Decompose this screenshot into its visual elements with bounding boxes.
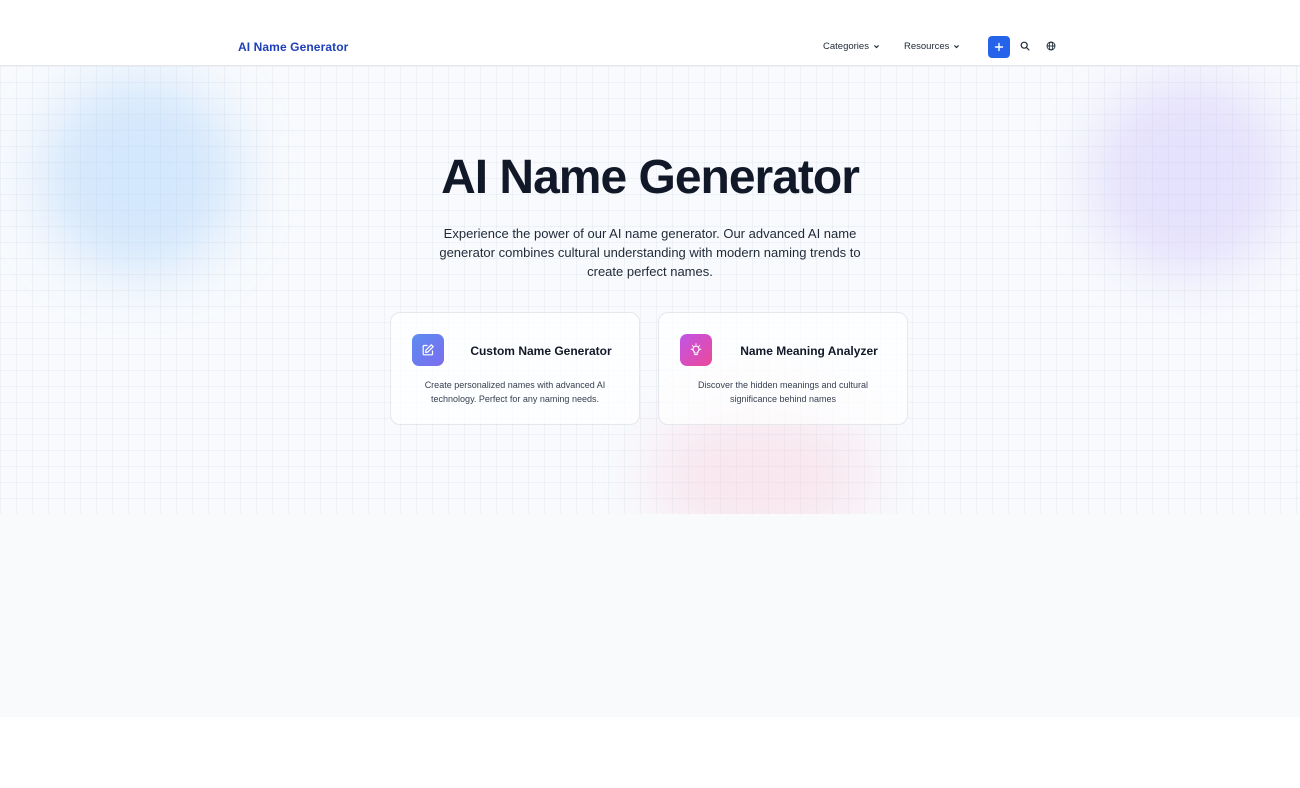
language-button[interactable] [1045, 40, 1057, 52]
lightbulb-icon [690, 343, 702, 356]
card-icon-badge [680, 334, 712, 366]
card-description: Discover the hidden meanings and cultura… [697, 380, 869, 404]
add-button[interactable] [988, 36, 1010, 58]
nav-resources-label: Resources [904, 41, 950, 52]
card-description: Create personalized names with advanced … [424, 380, 606, 404]
edit-icon [422, 344, 434, 356]
chevron-down-icon [873, 45, 879, 49]
hero-subtitle: Experience the power of our AI name gene… [439, 226, 861, 279]
content-section [0, 514, 1300, 717]
site-header: AI Name Generator Categories Resources [0, 0, 1300, 66]
chevron-down-icon [954, 45, 960, 49]
card-icon-badge [412, 334, 444, 366]
hero-title: AI Name Generator [441, 151, 860, 204]
nav-categories[interactable]: Categories [823, 41, 880, 52]
card-name-meaning-analyzer[interactable]: Name Meaning Analyzer Discover the hidde… [658, 312, 908, 425]
nav-categories-label: Categories [823, 41, 869, 52]
card-custom-name-generator[interactable]: Custom Name Generator Create personalize… [390, 312, 640, 425]
nav-resources[interactable]: Resources [904, 41, 960, 52]
search-icon [1020, 41, 1030, 51]
card-title: Name Meaning Analyzer [740, 344, 878, 358]
search-button[interactable] [1019, 40, 1031, 52]
card-title: Custom Name Generator [470, 344, 612, 358]
brand-logo-link[interactable]: AI Name Generator [238, 40, 348, 54]
plus-icon [994, 42, 1004, 52]
hero-section: AI Name Generator Experience the power o… [0, 66, 1300, 514]
globe-icon [1046, 41, 1056, 51]
